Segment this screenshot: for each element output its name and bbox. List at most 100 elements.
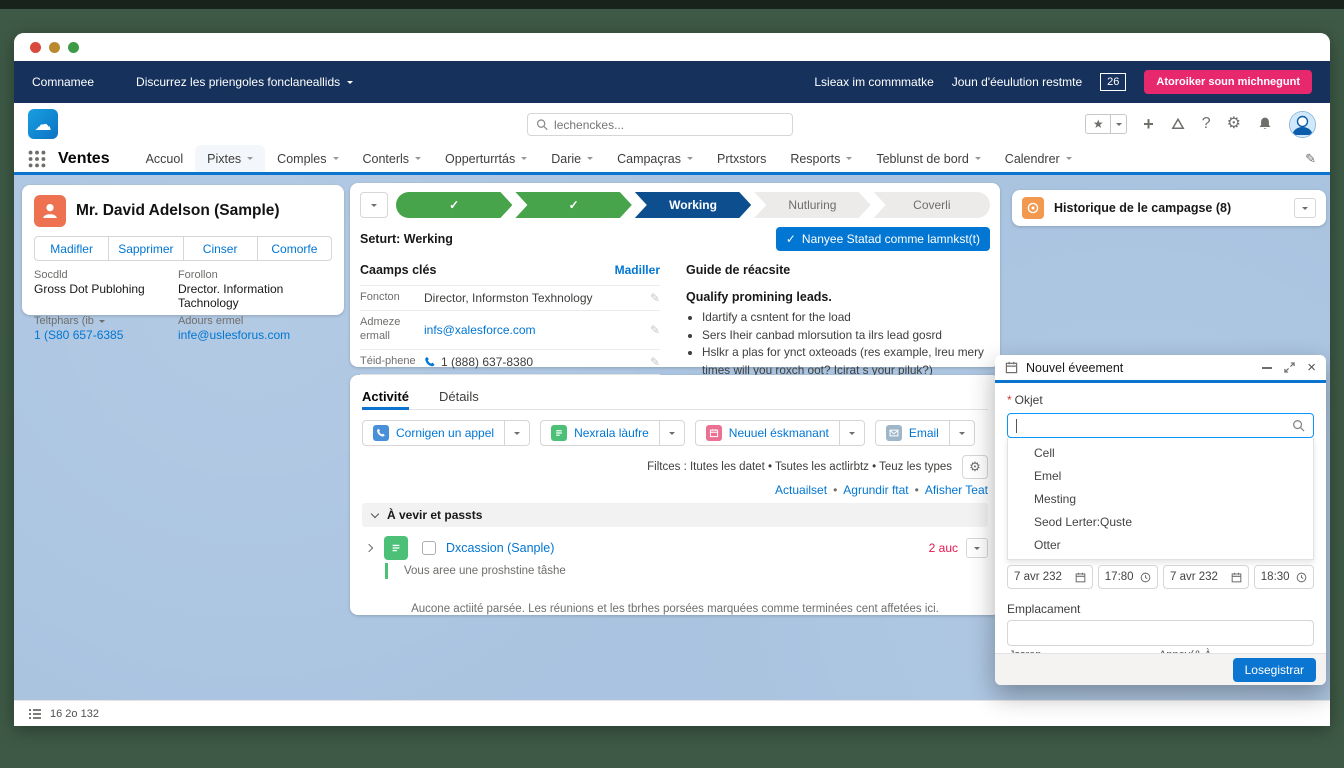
save-button[interactable]: Losegistrar bbox=[1233, 658, 1316, 682]
task-actions-dropdown[interactable] bbox=[966, 538, 988, 558]
option-call[interactable]: Cell bbox=[1008, 441, 1313, 464]
key-field-email-row: Admeze ermall infs@xalesforce.com ✎ bbox=[360, 311, 660, 350]
tab-dashboards[interactable]: Teblunst de bord bbox=[864, 145, 992, 172]
notification-bell-icon[interactable] bbox=[1257, 116, 1273, 132]
phone-link[interactable]: 1 (S80 657-6385 bbox=[34, 328, 168, 342]
tab-accounts[interactable]: Comples bbox=[265, 145, 350, 172]
log-call-dropdown[interactable] bbox=[505, 420, 530, 446]
log-call-button[interactable]: Cornigen un appel bbox=[362, 420, 505, 446]
start-date-input[interactable]: 7 avr 232 bbox=[1007, 565, 1093, 589]
chevron-down-icon bbox=[975, 157, 981, 160]
option-email[interactable]: Emel bbox=[1008, 464, 1313, 487]
tab-reports[interactable]: Resports bbox=[778, 145, 864, 172]
close-icon[interactable]: × bbox=[1307, 360, 1316, 375]
path-stage-nurturing[interactable]: Nutluring bbox=[754, 192, 870, 218]
edit-button[interactable]: Madifler bbox=[34, 236, 109, 261]
edit-pencil-icon[interactable]: ✎ bbox=[650, 355, 660, 369]
expand-icon[interactable] bbox=[1284, 362, 1295, 373]
banner-brand[interactable]: Comnamee bbox=[32, 75, 94, 89]
path-stage-working[interactable]: Working bbox=[635, 192, 751, 218]
tab-forecasts[interactable]: Prtxstors bbox=[705, 145, 778, 172]
tab-activity[interactable]: Activité bbox=[362, 383, 409, 409]
screen-top-edge bbox=[0, 0, 1344, 9]
setup-gear-icon[interactable]: ⚙ bbox=[1227, 116, 1241, 132]
modal-header[interactable]: Nouvel éveement × bbox=[995, 355, 1326, 383]
campaign-history-dropdown[interactable] bbox=[1294, 198, 1316, 218]
email-button[interactable]: Email bbox=[875, 420, 950, 446]
app-launcher-waffle-icon[interactable] bbox=[28, 150, 46, 168]
path-stage-complete-2[interactable]: ✓ bbox=[515, 192, 631, 218]
upcoming-overdue-section[interactable]: À vevir et passts bbox=[362, 503, 988, 527]
phone-icon bbox=[424, 356, 436, 368]
tab-calendar[interactable]: Calendrer bbox=[993, 145, 1084, 172]
email-link[interactable]: infe@uslesforus.com bbox=[178, 328, 332, 342]
minimize-icon[interactable] bbox=[1262, 367, 1272, 369]
tab-leads[interactable]: Pixtes bbox=[195, 145, 265, 172]
tab-campaigns[interactable]: Campaçras bbox=[605, 145, 705, 172]
new-event-button[interactable]: Neuuel éskmanant bbox=[695, 420, 840, 446]
trailhead-icon[interactable] bbox=[1170, 116, 1186, 132]
edit-key-fields-link[interactable]: Madiller bbox=[615, 263, 660, 277]
favorites-dropdown[interactable] bbox=[1111, 114, 1127, 134]
end-time-input[interactable]: 18:30 bbox=[1254, 565, 1314, 589]
option-send-letter-quote[interactable]: Seod Lerter:Quste bbox=[1008, 510, 1313, 533]
expand-task-chevron-icon[interactable] bbox=[365, 544, 373, 552]
edit-pencil-icon[interactable]: ✎ bbox=[650, 291, 660, 305]
email-dropdown[interactable] bbox=[950, 420, 975, 446]
subscribe-now-button[interactable]: Atoroiker soun michnegunt bbox=[1144, 70, 1312, 94]
option-other[interactable]: Otter bbox=[1008, 533, 1313, 556]
help-icon[interactable]: ? bbox=[1202, 116, 1211, 132]
task-timeline-bar bbox=[385, 563, 388, 579]
refresh-link[interactable]: Actuailset bbox=[775, 483, 827, 497]
favorite-star-icon[interactable]: ★ bbox=[1085, 114, 1111, 134]
location-input[interactable] bbox=[1007, 620, 1314, 646]
check-icon: ✓ bbox=[569, 198, 579, 212]
tab-home[interactable]: Accuol bbox=[134, 145, 196, 172]
edit-nav-pencil-icon[interactable]: ✎ bbox=[1305, 151, 1316, 167]
expand-all-link[interactable]: Agrundir ftat bbox=[843, 483, 908, 497]
new-task-button[interactable]: Nexrala làufre bbox=[540, 420, 660, 446]
minimize-window-button[interactable] bbox=[49, 42, 60, 53]
community-link[interactable]: Lsieax im commmatke bbox=[814, 75, 933, 89]
chevron-down-icon[interactable] bbox=[99, 320, 105, 323]
edit-pencil-icon[interactable]: ✎ bbox=[650, 323, 660, 337]
activity-filter-gear-icon[interactable]: ⚙ bbox=[962, 455, 988, 479]
view-all-link[interactable]: Afisher Teat bbox=[925, 483, 988, 497]
option-meeting[interactable]: Mesting bbox=[1008, 487, 1313, 510]
tab-contacts[interactable]: Conterls bbox=[351, 145, 434, 172]
mark-status-complete-button[interactable]: ✓ Nanyee Statad comme lamnkst(t) bbox=[776, 227, 990, 251]
zoom-window-button[interactable] bbox=[68, 42, 79, 53]
task-complete-checkbox[interactable] bbox=[422, 541, 436, 555]
start-time-input[interactable]: 17:80 bbox=[1098, 565, 1158, 589]
tab-opportunities[interactable]: Opperturrtás bbox=[433, 145, 539, 172]
path-collapse-button[interactable] bbox=[360, 192, 388, 218]
app-navigation: Ventes Accuol Pixtes Comples Conterls Op… bbox=[14, 145, 1330, 175]
email-link[interactable]: infs@xalesforce.com bbox=[424, 323, 642, 337]
field-title: Forollon Drector. Information Tachnology bbox=[178, 269, 332, 310]
phone-link[interactable]: 1 (888) 637-8380 bbox=[441, 355, 533, 369]
convert-button[interactable]: Comorfe bbox=[257, 236, 332, 261]
campaign-history-card[interactable]: Historique de le campagse (8) bbox=[1012, 190, 1326, 226]
search-input[interactable] bbox=[554, 118, 784, 132]
path-status-label: Seturt: Werking bbox=[360, 232, 453, 246]
chevron-down-icon bbox=[849, 432, 855, 435]
path-stage-converted[interactable]: Coverli bbox=[874, 192, 990, 218]
subject-combobox-input[interactable] bbox=[1007, 413, 1314, 438]
close-window-button[interactable] bbox=[30, 42, 41, 53]
banner-menu[interactable]: Discurrez les priengoles fonclaneallids bbox=[136, 75, 353, 89]
clock-icon bbox=[1140, 572, 1151, 583]
task-title-link[interactable]: Dxcassion (Sanple) bbox=[446, 541, 554, 555]
new-task-dropdown[interactable] bbox=[660, 420, 685, 446]
lead-record-icon bbox=[34, 195, 66, 227]
path-stage-complete-1[interactable]: ✓ bbox=[396, 192, 512, 218]
global-search[interactable] bbox=[527, 113, 793, 136]
user-avatar[interactable] bbox=[1289, 111, 1316, 138]
delete-button[interactable]: Sapprimer bbox=[108, 236, 183, 261]
end-date-input[interactable]: 7 avr 232 bbox=[1163, 565, 1249, 589]
quick-create-icon[interactable]: + bbox=[1143, 115, 1154, 133]
sales-path: ✓ ✓ Working Nutluring Coverli bbox=[396, 192, 990, 218]
new-event-dropdown[interactable] bbox=[840, 420, 865, 446]
tab-tasks[interactable]: Darie bbox=[539, 145, 605, 172]
clone-button[interactable]: Cinser bbox=[183, 236, 258, 261]
tab-details[interactable]: Détails bbox=[439, 383, 479, 409]
